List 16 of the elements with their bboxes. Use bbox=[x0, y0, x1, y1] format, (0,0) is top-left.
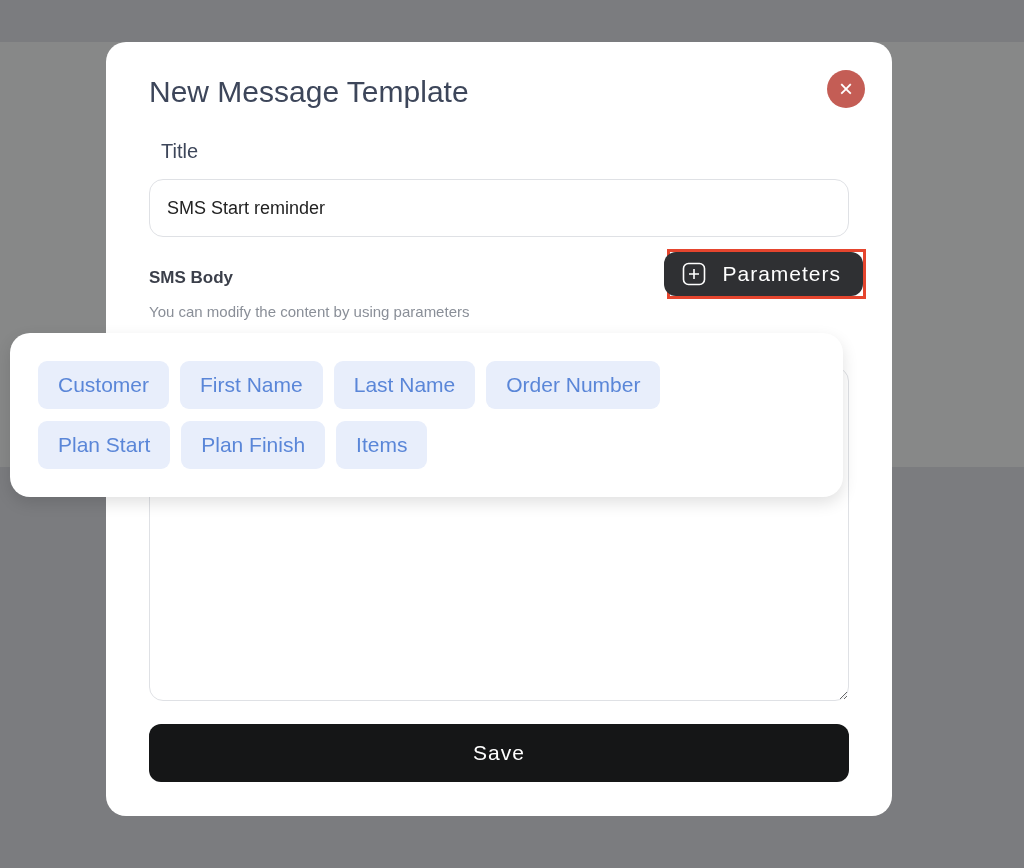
section-label: SMS Body bbox=[149, 267, 235, 289]
parameter-chip[interactable]: Order Number bbox=[486, 361, 661, 409]
parameter-chip[interactable]: Customer bbox=[38, 361, 170, 409]
close-button[interactable]: × bbox=[827, 70, 865, 108]
save-button[interactable]: Save bbox=[149, 724, 849, 782]
hint-text: You can modify the content by using parameters bbox=[149, 301, 470, 322]
parameter-chip[interactable]: Last Name bbox=[333, 361, 476, 409]
parameter-chip[interactable]: First Name bbox=[180, 361, 323, 409]
parameter-chip[interactable]: Items bbox=[336, 421, 428, 469]
field-label: Title bbox=[161, 139, 199, 164]
parameter-chip[interactable]: Plan Start bbox=[38, 421, 171, 469]
dialog-title: New Message Template bbox=[149, 74, 469, 110]
parameters-button[interactable]: Parameters bbox=[664, 252, 863, 296]
title-input-field[interactable]: SMS Start reminder bbox=[149, 179, 849, 237]
parameter-chip[interactable]: Plan Finish bbox=[181, 421, 326, 469]
plus-icon bbox=[682, 261, 707, 286]
